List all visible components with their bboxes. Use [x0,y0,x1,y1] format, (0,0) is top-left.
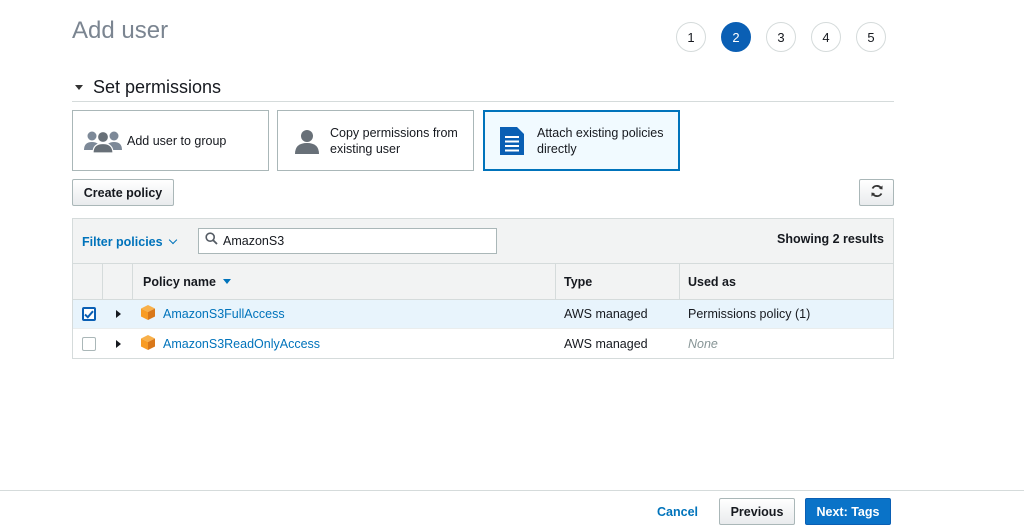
sort-down-icon [222,279,231,284]
create-policy-button[interactable]: Create policy [72,179,174,206]
filter-bar: Filter policies Showing 2 results [73,219,893,264]
policy-type: AWS managed [564,307,648,321]
header-expand [103,264,133,299]
expand-row-icon[interactable] [115,310,121,318]
policy-cube-icon [141,305,155,323]
previous-button[interactable]: Previous [719,498,795,525]
step-3[interactable]: 3 [766,22,796,52]
results-count: Showing 2 results [777,232,884,246]
column-policy-name[interactable]: Policy name [133,264,556,299]
section-title: Set permissions [93,77,222,97]
table-header: Policy name Type Used as [73,264,893,300]
filter-policies-dropdown[interactable]: Filter policies [82,235,177,249]
policy-used-as: Permissions policy (1) [688,307,811,321]
caret-down-icon [75,85,83,90]
option-label: Attach existing policies directly [537,125,664,156]
set-permissions-header[interactable]: Set permissions [72,77,894,102]
page-title: Add user [72,17,169,44]
refresh-icon [870,184,884,201]
policy-cube-icon [141,334,155,353]
filter-label: Filter policies [82,235,163,249]
footer-bar: Cancel Previous Next: Tags [0,490,1024,532]
copy-permissions-option[interactable]: Copy permissions from existing user [277,110,474,171]
attach-policies-option[interactable]: Attach existing policies directly [483,110,680,171]
document-icon [499,126,525,155]
option-label: Add user to group [127,133,227,148]
add-user-to-group-option[interactable]: Add user to group [72,110,269,171]
row-checkbox[interactable] [81,307,96,321]
user-icon [292,128,322,154]
search-box[interactable] [198,228,497,254]
table-row[interactable]: AmazonS3FullAccess AWS managed Permissio… [73,300,893,329]
column-used-as[interactable]: Used as [680,264,893,299]
step-4[interactable]: 4 [811,22,841,52]
cancel-link[interactable]: Cancel [657,505,698,519]
policy-name-link[interactable]: AmazonS3ReadOnlyAccess [163,337,320,351]
expand-row-icon[interactable] [115,339,121,348]
policy-used-as: None [688,336,718,351]
column-label: Used as [688,274,736,289]
group-icon [83,128,123,154]
search-icon [205,232,218,250]
step-5[interactable]: 5 [856,22,886,52]
step-2[interactable]: 2 [721,22,751,52]
column-type[interactable]: Type [556,264,680,299]
step-indicator: 1 2 3 4 5 [676,22,886,52]
policy-type: AWS managed [564,336,648,351]
chevron-down-icon [168,235,177,245]
column-label: Policy name [143,274,216,289]
header-select [73,264,103,299]
search-input[interactable] [223,234,483,248]
step-1[interactable]: 1 [676,22,706,52]
row-checkbox[interactable] [81,336,96,351]
refresh-button[interactable] [859,179,894,206]
column-label: Type [564,274,593,289]
checkmark-icon [83,310,94,319]
policies-table: Filter policies Showing 2 results Policy… [72,218,894,359]
option-label: Copy permissions from existing user [330,125,458,156]
table-row[interactable]: AmazonS3ReadOnlyAccess AWS managed None [73,329,893,358]
next-tags-button[interactable]: Next: Tags [805,498,891,525]
policy-name-link[interactable]: AmazonS3FullAccess [163,307,285,321]
